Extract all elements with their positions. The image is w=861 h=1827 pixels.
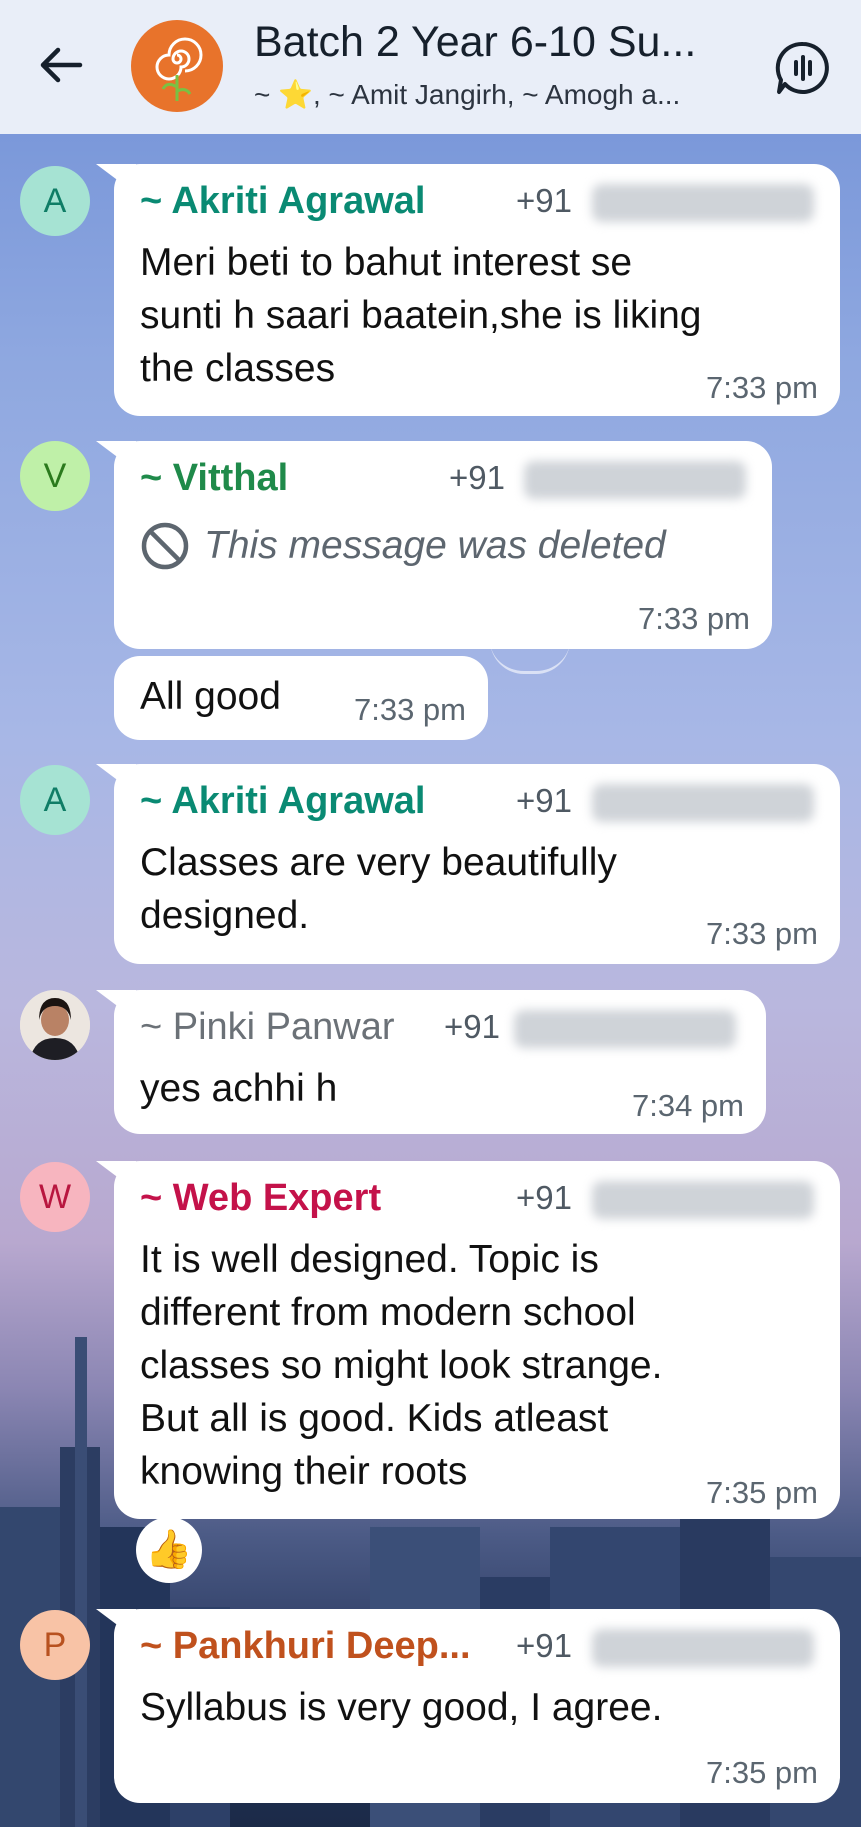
message-line: It is well designed. Topic is	[140, 1238, 599, 1281]
voice-chat-icon[interactable]	[775, 40, 831, 96]
sender-name[interactable]: ~ Web Expert	[140, 1177, 381, 1220]
arrow-left-icon[interactable]	[36, 40, 86, 90]
sender-phone: +91	[449, 459, 505, 496]
avatar-initial: A	[43, 780, 67, 819]
message-text: All good	[140, 675, 281, 718]
message-bubble[interactable]: ~ Vitthal +91 This message was deleted 7…	[114, 441, 772, 649]
message-bubble[interactable]: ~ Akriti Agrawal +91 Meri beti to bahut …	[114, 164, 840, 416]
message-time: 7:34 pm	[631, 1088, 744, 1123]
message-time: 7:35 pm	[705, 1475, 818, 1510]
sender-phone: +91	[444, 1008, 500, 1045]
blocked-icon	[141, 522, 189, 570]
message-line: classes so might look strange.	[140, 1344, 663, 1387]
message-time: 7:33 pm	[705, 370, 818, 405]
sender-avatar[interactable]	[20, 990, 90, 1060]
sender-name[interactable]: ~ Akriti Agrawal	[140, 780, 425, 823]
message-text: It is well designed. Topic is different …	[140, 1233, 662, 1498]
sender-name[interactable]: ~ Pinki Panwar	[140, 1006, 395, 1049]
sender-avatar[interactable]: P	[20, 1610, 90, 1680]
chat-header: Batch 2 Year 6-10 Su... ~ ⭐, ~ Amit Jang…	[0, 0, 861, 134]
avatar-initial: V	[43, 456, 67, 495]
message-time: 7:35 pm	[705, 1755, 818, 1790]
message-line: knowing their roots	[140, 1450, 468, 1493]
redacted-phone	[592, 784, 814, 822]
redacted-phone	[592, 1181, 814, 1219]
sender-name[interactable]: ~ Pankhuri Deep...	[140, 1625, 471, 1668]
redacted-phone	[514, 1010, 736, 1048]
deleted-message: This message was deleted	[140, 521, 666, 571]
profile-photo	[20, 990, 90, 1060]
message-text: Meri beti to bahut interest se sunti h s…	[140, 236, 701, 395]
sender-name[interactable]: ~ Akriti Agrawal	[140, 180, 425, 223]
sender-avatar[interactable]: V	[20, 441, 90, 511]
group-avatar[interactable]	[131, 20, 223, 112]
reaction-badge[interactable]: 👍	[136, 1517, 202, 1583]
avatar-initial: W	[38, 1177, 72, 1216]
message-time: 7:33 pm	[353, 692, 466, 727]
avatar-initial: A	[43, 181, 67, 220]
message-line: yes achhi h	[140, 1067, 338, 1110]
message-text: Syllabus is very good, I agree.	[140, 1681, 662, 1734]
sender-avatar[interactable]: W	[20, 1162, 90, 1232]
message-line: designed.	[140, 894, 310, 937]
message-line: Syllabus is very good, I agree.	[140, 1686, 663, 1729]
sender-avatar[interactable]: A	[20, 765, 90, 835]
message-line: Classes are very beautifully	[140, 841, 617, 884]
message-line: But all is good. Kids atleast	[140, 1397, 609, 1440]
message-line: sunti h saari baatein,she is liking	[140, 294, 702, 337]
sender-avatar[interactable]: A	[20, 166, 90, 236]
group-members[interactable]: ~ ⭐, ~ Amit Jangirh, ~ Amogh a...	[254, 78, 680, 111]
spiral-plant-icon	[155, 37, 203, 101]
message-bubble[interactable]: ~ Web Expert +91 It is well designed. To…	[114, 1161, 840, 1519]
sender-phone: +91	[516, 182, 572, 219]
message-bubble[interactable]: ~ Pinki Panwar +91 yes achhi h 7:34 pm	[114, 990, 766, 1134]
sender-phone: +91	[516, 1627, 572, 1664]
group-title[interactable]: Batch 2 Year 6-10 Su...	[254, 18, 696, 67]
message-bubble[interactable]: ~ Pankhuri Deep... +91 Syllabus is very …	[114, 1609, 840, 1803]
message-bubble[interactable]: ~ Akriti Agrawal +91 Classes are very be…	[114, 764, 840, 964]
message-time: 7:33 pm	[637, 601, 750, 636]
message-line: different from modern school	[140, 1291, 636, 1334]
message-text: Classes are very beautifully designed.	[140, 836, 617, 942]
message-bubble[interactable]: All good 7:33 pm	[114, 656, 488, 740]
sender-name[interactable]: ~ Vitthal	[140, 457, 288, 500]
message-time: 7:33 pm	[705, 916, 818, 951]
deleted-text: This message was deleted	[204, 524, 666, 567]
redacted-phone	[524, 461, 746, 499]
message-text: yes achhi h	[140, 1062, 337, 1115]
sender-phone: +91	[516, 1179, 572, 1216]
message-line: the classes	[140, 347, 336, 390]
sender-phone: +91	[516, 782, 572, 819]
redacted-phone	[592, 184, 814, 222]
thumbs-up-icon: 👍	[145, 1529, 193, 1571]
avatar-initial: P	[43, 1625, 67, 1664]
redacted-phone	[592, 1629, 814, 1667]
message-line: Meri beti to bahut interest se	[140, 241, 633, 284]
